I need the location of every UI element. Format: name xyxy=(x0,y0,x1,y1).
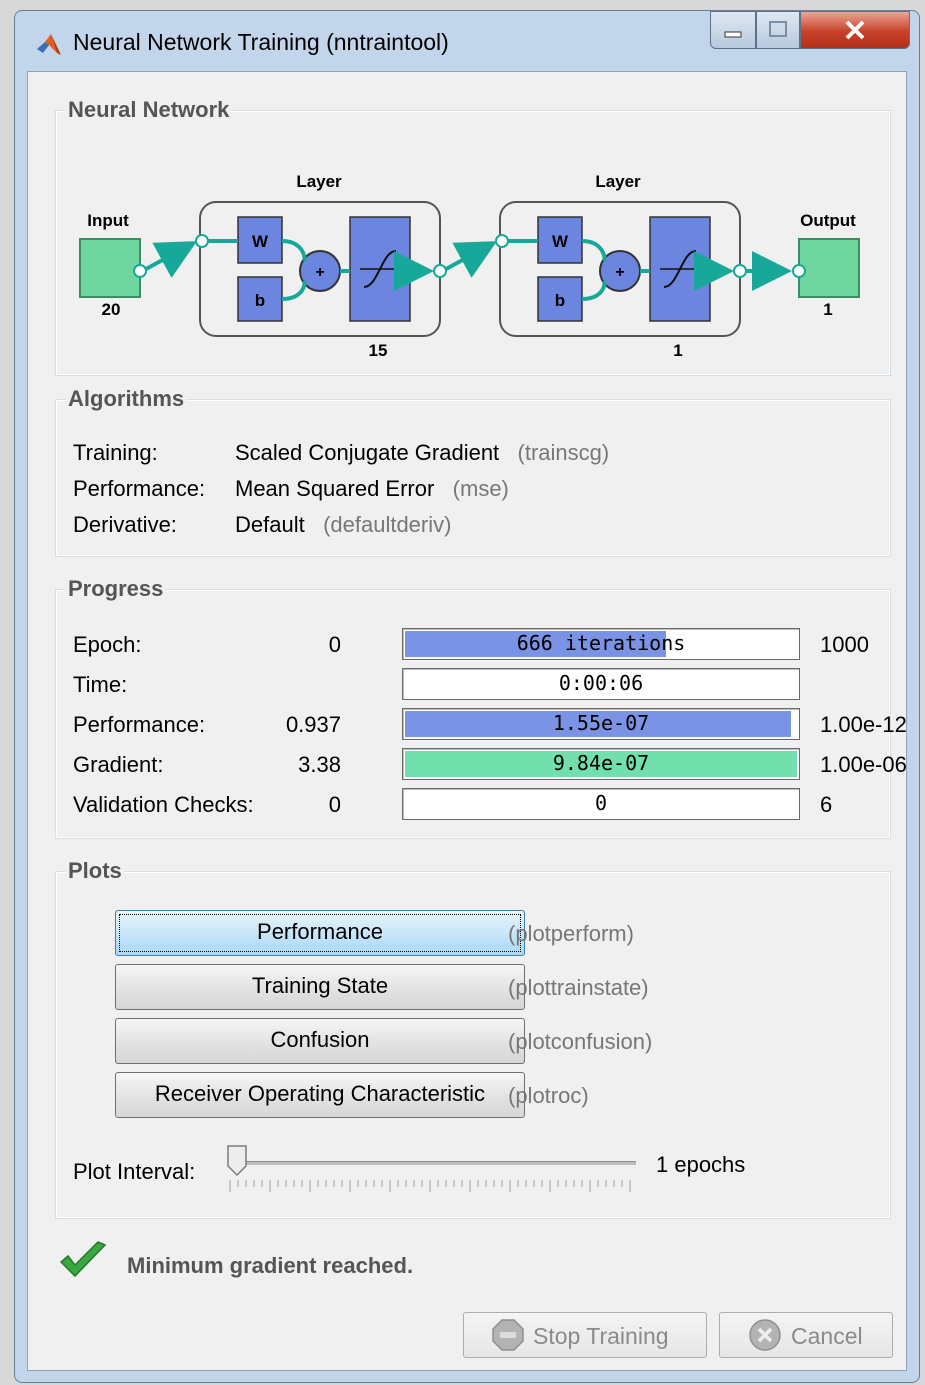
gradient-progress-bar: 9.84e-07 xyxy=(402,748,800,780)
group-title-algorithms: Algorithms xyxy=(66,386,187,412)
layer1-bias-label: b xyxy=(255,291,265,310)
input-label: Input xyxy=(87,211,129,230)
layer1-title: Layer xyxy=(296,172,342,191)
performance-progress-label: Performance: xyxy=(73,712,206,737)
plot-interval-value: 1 epochs xyxy=(656,1152,746,1177)
maximize-button[interactable] xyxy=(756,11,800,49)
plot-roc-button[interactable]: Receiver Operating Characteristic xyxy=(115,1072,525,1118)
epoch-label: Epoch: xyxy=(73,632,142,657)
cancel-button[interactable]: Cancel xyxy=(719,1312,893,1358)
maximize-icon xyxy=(769,21,787,37)
performance-end: 1.00e-12 xyxy=(820,712,907,737)
minimize-button[interactable] xyxy=(710,11,756,49)
gradient-progress-text: 9.84e-07 xyxy=(552,751,650,775)
layer2-title: Layer xyxy=(595,172,641,191)
plot-roc-function: (plotroc) xyxy=(508,1083,589,1108)
training-label: Training: xyxy=(73,440,158,465)
plot-performance-function: (plotperform) xyxy=(508,921,634,946)
epoch-progress-text: 666 iterations xyxy=(516,631,686,655)
gradient-label: Gradient: xyxy=(73,752,164,777)
slider-ticks xyxy=(229,1180,631,1192)
plots-group: Plots Performance (plotperform) Training… xyxy=(55,858,891,1219)
derivative-value: Default (defaultderiv) xyxy=(235,512,451,538)
validation-checks-start: 0 xyxy=(328,792,341,817)
output-size: 1 xyxy=(823,300,832,319)
window-title: Neural Network Training (nntraintool) xyxy=(73,29,449,55)
performance-progress-bar: 1.55e-07 xyxy=(402,708,800,740)
cancel-label: Cancel xyxy=(791,1323,863,1349)
validation-checks-progress-text: 0 xyxy=(594,791,608,815)
layer2-size: 1 xyxy=(673,341,682,360)
algorithms-group: Algorithms Training: Scaled Conjugate Gr… xyxy=(55,386,891,557)
validation-checks-label: Validation Checks: xyxy=(73,792,254,817)
network-diagram: Input 20 Output 1 Layer 15 Layer 1 W b +… xyxy=(79,172,860,360)
layer2-bias-label: b xyxy=(555,291,565,310)
stop-icon xyxy=(492,1319,524,1351)
validation-checks-end: 6 xyxy=(820,792,833,817)
slider-thumb[interactable] xyxy=(226,1144,250,1178)
gradient-end: 1.00e-06 xyxy=(820,752,907,777)
epoch-end: 1000 xyxy=(820,632,869,657)
plot-confusion-function: (plotconfusion) xyxy=(508,1029,653,1054)
time-progress-bar: 0:00:06 xyxy=(402,668,800,700)
layer2-sum-label: + xyxy=(615,264,624,281)
performance-label: Performance: xyxy=(73,476,206,501)
cancel-icon xyxy=(749,1319,781,1351)
layer-connection xyxy=(445,241,498,278)
group-title-plots: Plots xyxy=(66,858,124,884)
close-button[interactable] xyxy=(800,11,910,49)
validation-checks-progress-bar: 0 xyxy=(402,788,800,820)
layer1-weight-label: W xyxy=(252,232,269,251)
performance-start: 0.937 xyxy=(285,712,341,737)
input-connection xyxy=(145,241,198,278)
plot-performance-button[interactable]: Performance xyxy=(115,910,525,956)
training-algorithm: Scaled Conjugate Gradient xyxy=(235,440,500,465)
performance-value: Mean Squared Error (mse) xyxy=(235,476,509,502)
input-size: 20 xyxy=(102,300,121,319)
stop-training-label: Stop Training xyxy=(533,1323,669,1349)
checkmark-icon xyxy=(59,1241,107,1278)
training-value: Scaled Conjugate Gradient (trainscg) xyxy=(235,440,609,466)
plot-training-state-button[interactable]: Training State xyxy=(115,964,525,1010)
performance-progress-text: 1.55e-07 xyxy=(552,711,650,735)
layer2-weight-label: W xyxy=(552,232,569,251)
status-message: Minimum gradient reached. xyxy=(127,1253,414,1278)
plot-confusion-button[interactable]: Confusion xyxy=(115,1018,525,1064)
output-label: Output xyxy=(800,211,856,230)
epoch-start: 0 xyxy=(328,632,341,657)
title-bar[interactable]: Neural Network Training (nntraintool) xyxy=(15,11,919,71)
training-function: (trainscg) xyxy=(517,440,610,465)
app-window: Neural Network Training (nntraintool) Ne… xyxy=(14,10,920,1383)
performance-function: (mse) xyxy=(452,476,509,501)
group-title-progress: Progress xyxy=(66,576,166,602)
close-icon xyxy=(845,20,865,40)
neural-network-group: Neural Network Input 20 Output 1 Layer 1… xyxy=(55,97,891,376)
output-node xyxy=(798,238,860,298)
derivative-function: (defaultderiv) xyxy=(323,512,452,537)
minimize-icon xyxy=(724,31,742,38)
dialog-body: Neural Network Input 20 Output 1 Layer 1… xyxy=(27,71,907,1371)
plot-interval-label: Plot Interval: xyxy=(73,1159,196,1184)
time-label: Time: xyxy=(73,672,128,697)
progress-group: Progress Epoch: 0 666 iterations 1000 Ti… xyxy=(55,576,907,839)
slider-track xyxy=(228,1161,636,1165)
time-progress-text: 0:00:06 xyxy=(558,671,644,695)
matlab-logo-icon xyxy=(37,34,61,55)
layer1-sum-label: + xyxy=(315,264,324,281)
derivative-label: Derivative: xyxy=(73,512,177,537)
input-node xyxy=(79,238,141,298)
plot-training-state-function: (plottrainstate) xyxy=(508,975,649,1000)
gradient-start: 3.38 xyxy=(298,752,341,777)
derivative-algorithm: Default xyxy=(235,512,305,537)
layer1-size: 15 xyxy=(369,341,388,360)
epoch-progress-bar: 666 iterations xyxy=(402,628,800,660)
plot-interval-slider[interactable] xyxy=(226,1144,636,1200)
stop-training-button[interactable]: Stop Training xyxy=(463,1312,707,1358)
performance-algorithm: Mean Squared Error xyxy=(235,476,435,501)
